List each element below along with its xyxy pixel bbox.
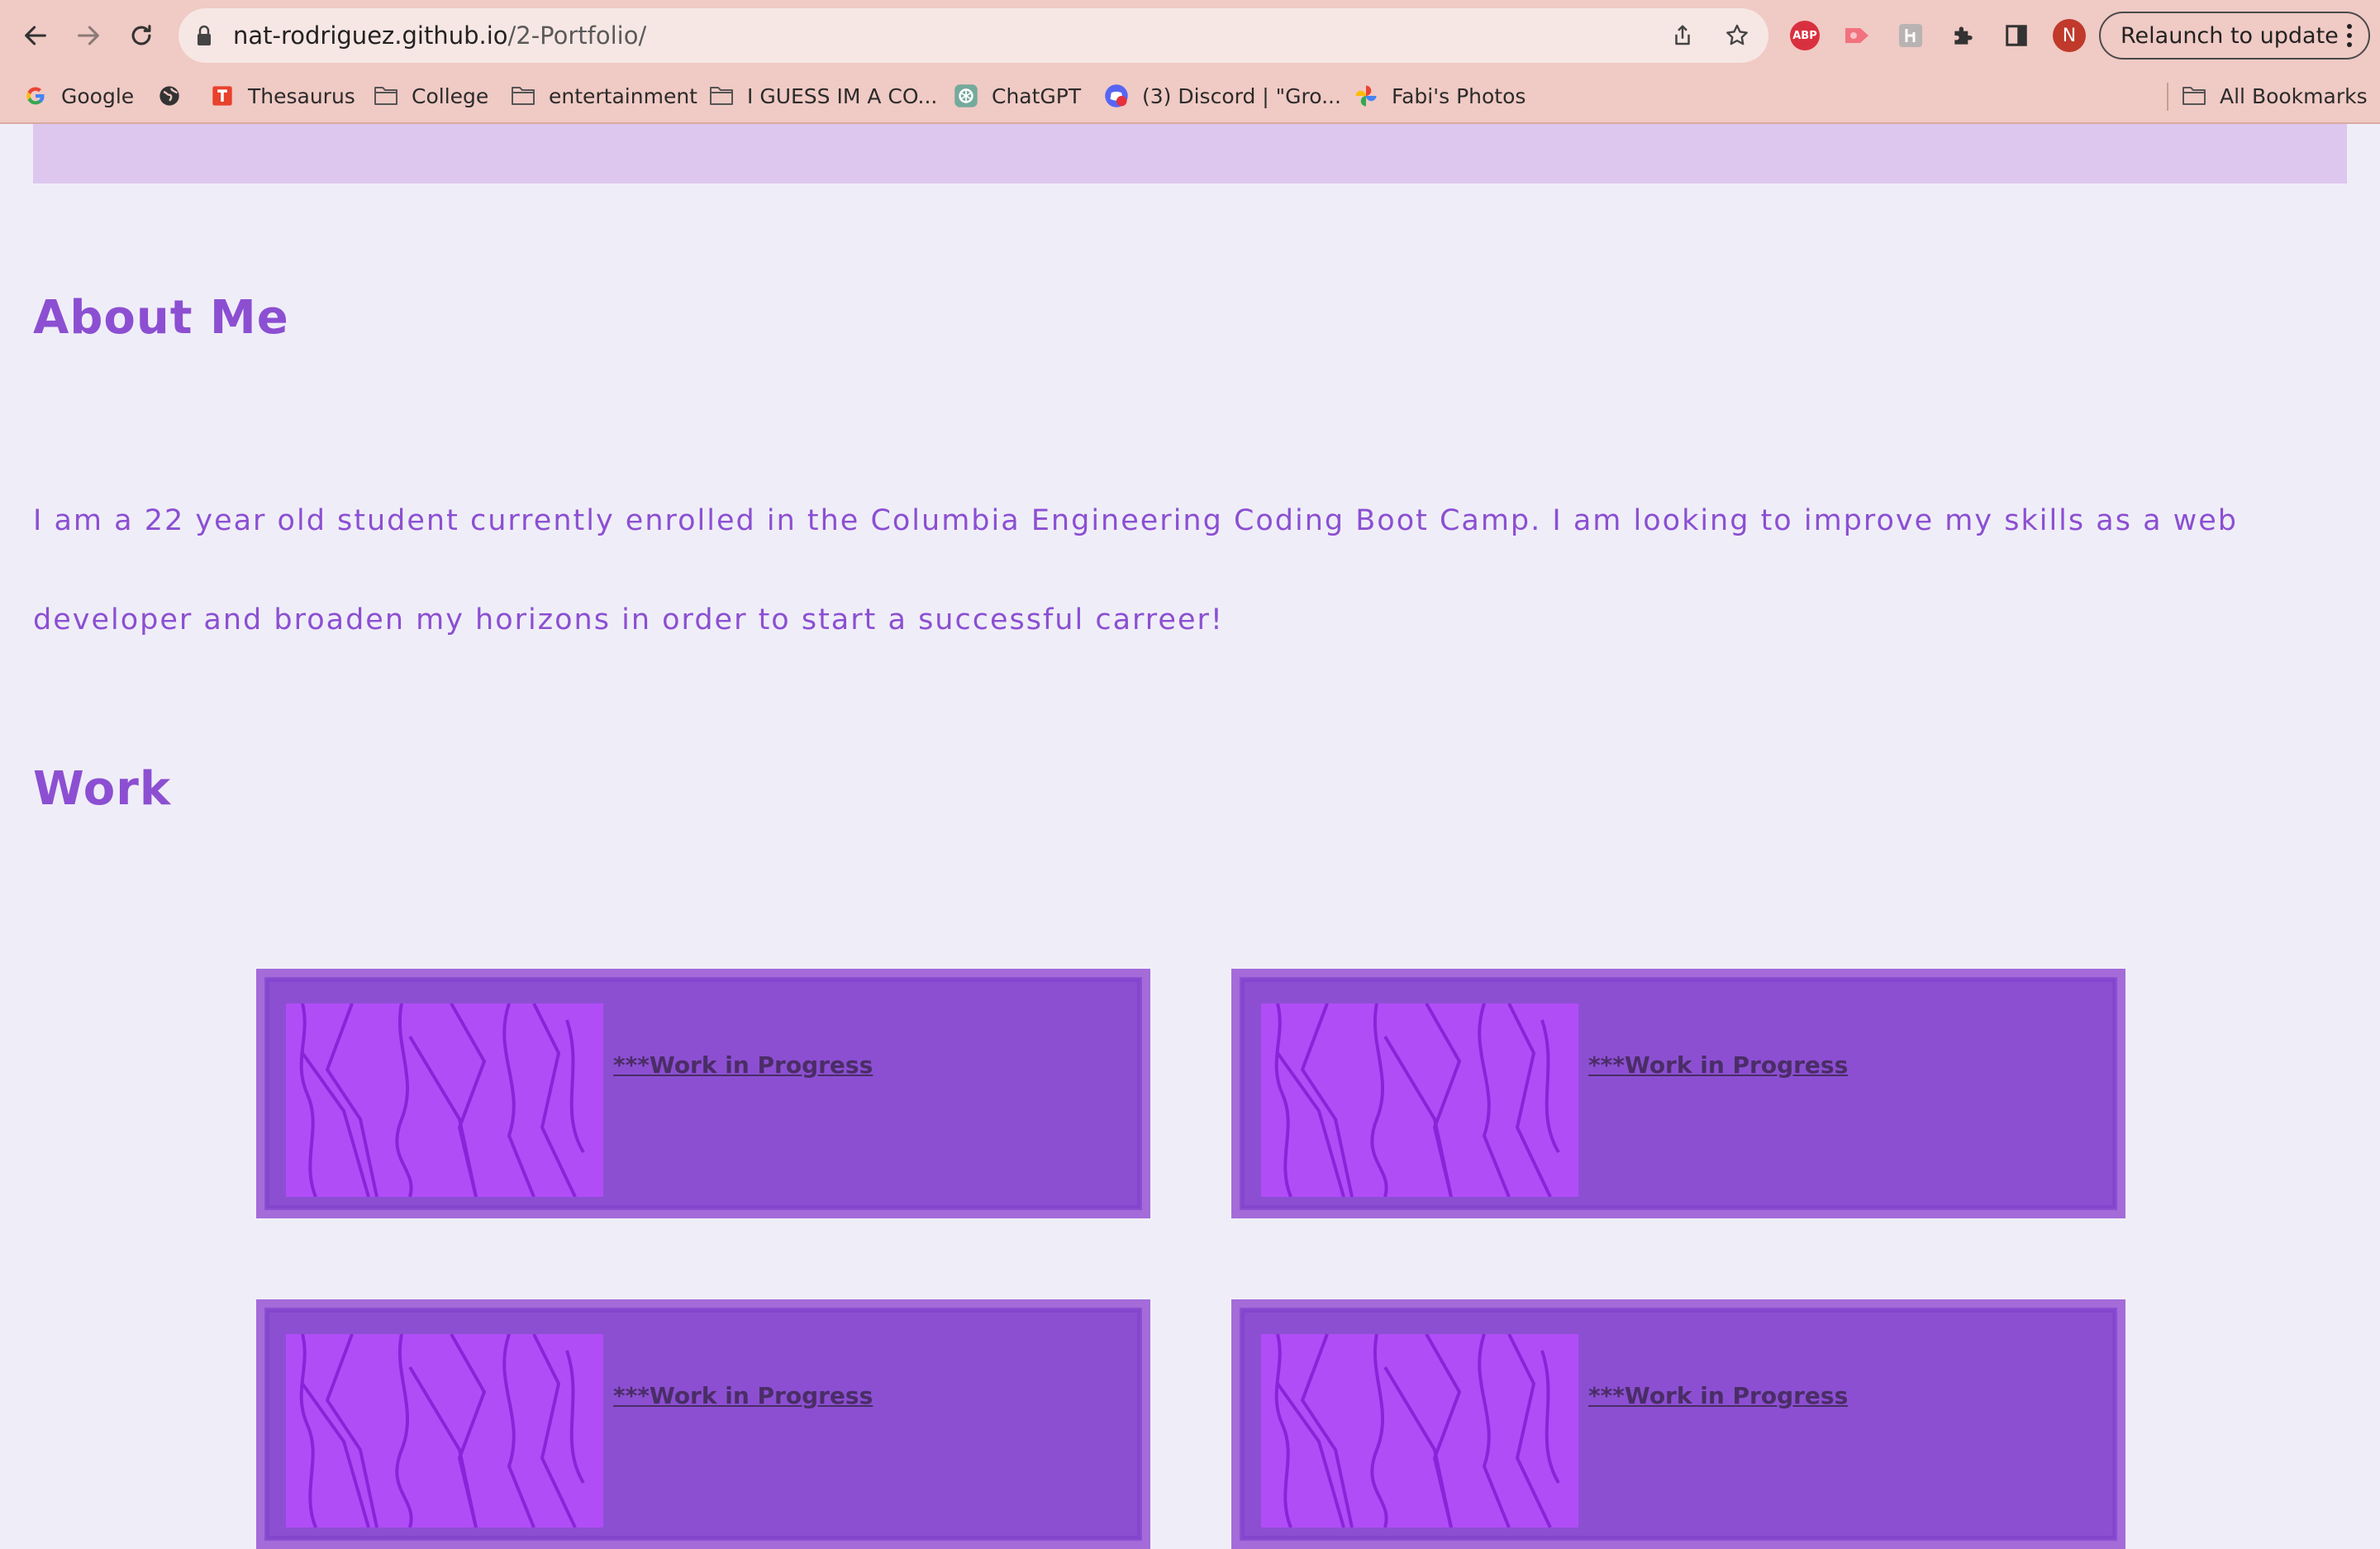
- bookmark-label: entertainment: [549, 83, 697, 108]
- work-card-image: [1261, 1334, 1578, 1528]
- adblock-extension[interactable]: ABP: [1787, 17, 1823, 54]
- discord-icon: [1104, 83, 1129, 108]
- relaunch-button[interactable]: Relaunch to update: [2099, 12, 2370, 60]
- work-card[interactable]: ***Work in Progress: [1231, 969, 2125, 1218]
- work-link[interactable]: ***Work in Progress: [613, 1051, 873, 1079]
- bookmark-google[interactable]: Google: [23, 78, 134, 114]
- bookmark-chatgpt[interactable]: ChatGPT: [954, 78, 1081, 114]
- side-panel-icon: [2006, 25, 2027, 46]
- bookmark-label: Google: [61, 83, 135, 108]
- work-link[interactable]: ***Work in Progress: [613, 1382, 873, 1409]
- side-panel-button[interactable]: [1998, 17, 2035, 54]
- avatar: N: [2053, 19, 2086, 52]
- bookmark-globe[interactable]: [157, 78, 195, 114]
- url-path: /2-Portfolio/: [507, 21, 647, 50]
- work-card[interactable]: ***Work in Progress: [1231, 1299, 2125, 1549]
- work-card[interactable]: ***Work in Progress: [256, 969, 1150, 1218]
- share-icon[interactable]: [1666, 19, 1699, 52]
- photos-icon: [1354, 83, 1378, 108]
- back-arrow-icon: [25, 26, 46, 45]
- globe-icon: [157, 83, 182, 108]
- bookmark-folder-college[interactable]: College: [374, 78, 488, 114]
- extension-h[interactable]: [1892, 17, 1929, 54]
- work-card-image: [1261, 1003, 1578, 1197]
- url-text[interactable]: nat-rodriguez.github.io/2-Portfolio/: [233, 8, 646, 63]
- thesaurus-icon: [210, 83, 235, 108]
- work-card-image: [286, 1334, 603, 1528]
- bookmark-discord[interactable]: (3) Discord | "Gro...: [1104, 78, 1341, 114]
- folder-icon: [2182, 83, 2206, 108]
- browser-chrome: nat-rodriguez.github.io/2-Portfolio/ ABP…: [0, 0, 2380, 124]
- bookmark-photos[interactable]: Fabi's Photos: [1354, 78, 1526, 114]
- all-bookmarks-button[interactable]: All Bookmarks: [2182, 78, 2368, 114]
- bookmark-label: ChatGPT: [992, 83, 1082, 108]
- relaunch-label: Relaunch to update: [2121, 22, 2339, 49]
- reload-button[interactable]: [121, 15, 162, 56]
- profile-button[interactable]: N: [2051, 17, 2087, 54]
- more-vert-icon: [2347, 24, 2352, 47]
- bookmark-star-icon[interactable]: [1721, 19, 1754, 52]
- work-card-inner: ***Work in Progress: [1241, 1309, 2116, 1539]
- about-heading: About Me: [33, 291, 289, 345]
- about-paragraph: I am a 22 year old student currently enr…: [33, 504, 2239, 636]
- folder-icon: [374, 83, 398, 108]
- address-bar[interactable]: nat-rodriguez.github.io/2-Portfolio/: [178, 8, 1768, 63]
- work-link[interactable]: ***Work in Progress: [1588, 1051, 1848, 1079]
- work-card-inner: ***Work in Progress: [266, 979, 1140, 1208]
- work-card[interactable]: ***Work in Progress: [256, 1299, 1150, 1549]
- video-record-icon: [1845, 28, 1868, 43]
- bookmark-thesaurus[interactable]: Thesaurus: [210, 78, 355, 114]
- puzzle-icon: [1954, 26, 1973, 45]
- forward-button[interactable]: [68, 15, 109, 56]
- chatgpt-icon: [954, 83, 978, 108]
- folder-icon: [511, 83, 536, 108]
- work-card-inner: ***Work in Progress: [1241, 979, 2116, 1208]
- bookmark-label: (3) Discord | "Gro...: [1142, 83, 1341, 108]
- browser-toolbar: nat-rodriguez.github.io/2-Portfolio/ ABP…: [0, 0, 2380, 71]
- bookmarks-divider: [2167, 83, 2168, 111]
- bookmark-folder-coding[interactable]: I GUESS IM A CO...: [709, 78, 937, 114]
- folder-icon: [709, 83, 734, 108]
- bookmarks-bar: Google Thesaurus College entertainment I…: [0, 74, 2380, 117]
- bookmark-folder-entertainment[interactable]: entertainment: [511, 78, 697, 114]
- reload-icon: [131, 25, 151, 45]
- work-card-inner: ***Work in Progress: [266, 1309, 1140, 1539]
- bookmark-label: Fabi's Photos: [1392, 83, 1526, 108]
- bookmark-label: Thesaurus: [248, 83, 355, 108]
- lock-icon: [198, 25, 211, 45]
- screen-recorder-extension[interactable]: [1840, 17, 1876, 54]
- google-icon: [23, 83, 48, 108]
- extension-h-icon: [1899, 24, 1922, 47]
- all-bookmarks-label: All Bookmarks: [2220, 83, 2368, 108]
- bookmark-label: College: [412, 83, 489, 108]
- work-heading: Work: [33, 762, 172, 816]
- url-host: nat-rodriguez.github.io: [233, 21, 508, 50]
- bookmark-label: I GUESS IM A CO...: [747, 83, 938, 108]
- work-link[interactable]: ***Work in Progress: [1588, 1382, 1848, 1409]
- work-card-image: [286, 1003, 603, 1197]
- adblock-icon: ABP: [1790, 21, 1820, 50]
- back-button[interactable]: [15, 15, 56, 56]
- forward-arrow-icon: [78, 26, 99, 45]
- page-header-strip: [33, 124, 2347, 183]
- extensions-button[interactable]: [1945, 17, 1982, 54]
